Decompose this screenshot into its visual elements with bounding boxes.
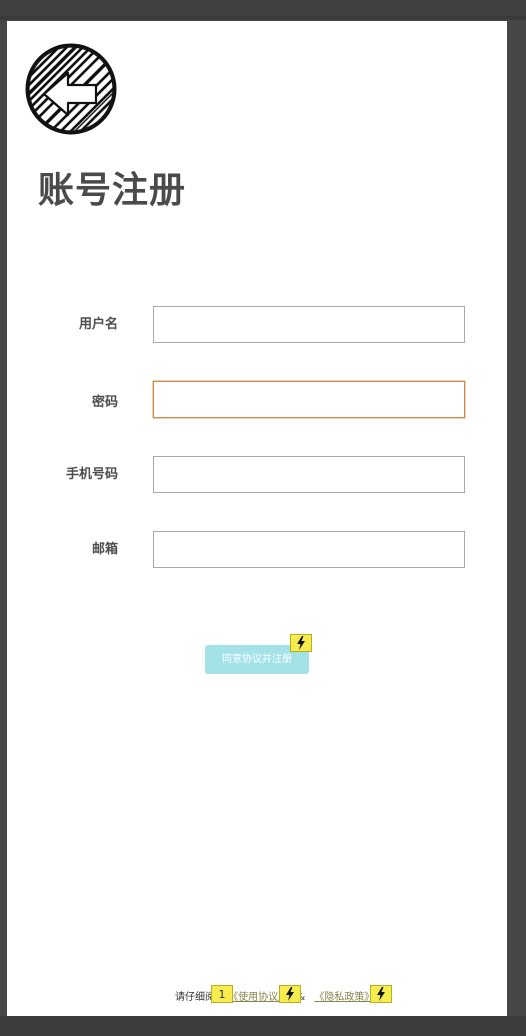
email-label: 邮箱 — [91, 542, 118, 557]
phone-label: 手机号码 — [65, 467, 118, 482]
username-label: 用户名 — [78, 317, 118, 332]
username-input[interactable] — [153, 306, 465, 343]
phone-input[interactable] — [153, 456, 465, 493]
email-input[interactable] — [153, 531, 465, 568]
password-label: 密码 — [91, 395, 118, 410]
back-arrow-icon — [25, 43, 117, 135]
page-title: 账号注册 — [38, 170, 187, 211]
agreement-footer: 请仔细阅读 《使用协议》 & 《隐私政策》 — [175, 991, 374, 1005]
password-input[interactable] — [153, 381, 465, 418]
back-button[interactable] — [24, 42, 118, 136]
lightning-icon — [370, 985, 392, 1003]
lightning-icon — [279, 985, 301, 1003]
privacy-link[interactable]: 《隐私政策》 — [314, 992, 374, 1003]
workspace-top-shadow — [0, 16, 526, 20]
workspace-bottom-bar — [0, 1016, 526, 1036]
annotation-marker: 1 — [211, 985, 233, 1003]
prototype-canvas: 账号注册 用户名 密码 手机号码 邮箱 同意协议并注册 请仔细阅读 《使用协议》… — [7, 21, 507, 1016]
workspace-top-bar — [0, 0, 526, 20]
lightning-icon — [290, 634, 312, 652]
